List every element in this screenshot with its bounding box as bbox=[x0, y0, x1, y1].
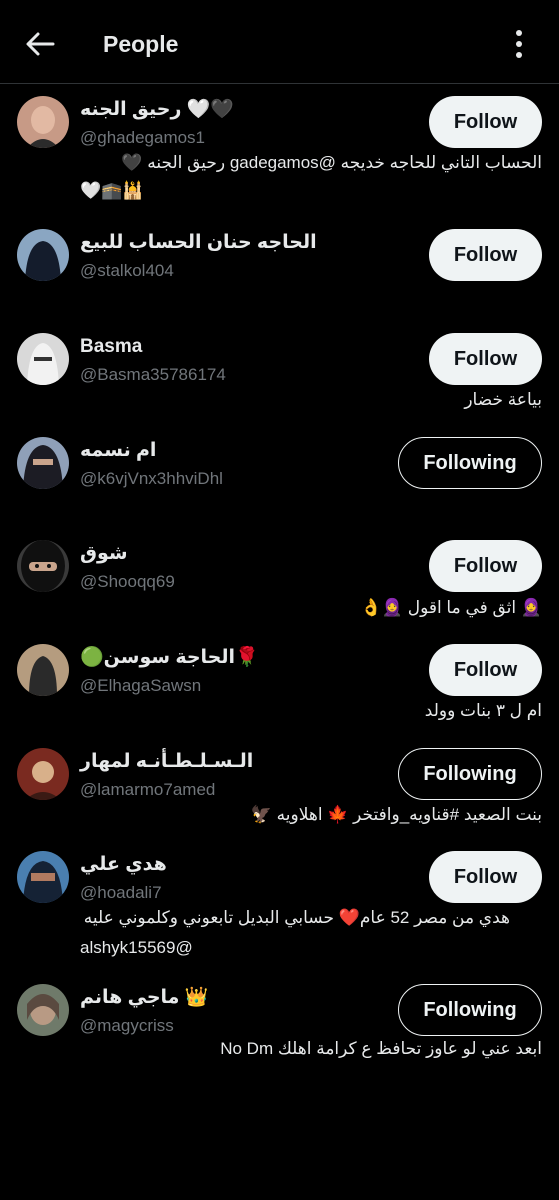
user-bio-line-2: alshyk15569@ bbox=[80, 938, 193, 957]
follow-button[interactable]: Follow bbox=[429, 229, 542, 281]
user-bio: بنت الصعيد #قناويه_وافتخر 🍁 اهلاويه 🦅 bbox=[250, 805, 542, 824]
following-button[interactable]: Following bbox=[398, 984, 542, 1036]
user-name[interactable]: رحيق الجنه 🤍🖤 bbox=[80, 98, 410, 122]
user-bio: الحساب التاني للحاجه خديجه @gadegamos رح… bbox=[121, 153, 542, 172]
user-handle: @magycriss bbox=[80, 1016, 174, 1035]
user-bio-line-2: 🤍🕋🕌 bbox=[80, 181, 144, 200]
user-handle: @k6vjVnx3hhviDhl bbox=[80, 469, 223, 488]
list-item[interactable]: هدي علي @hoadali7 هدي من مصر 52 عام❤️ حس… bbox=[0, 851, 559, 966]
user-bio: 🧕 اثق في ما اقول 🧕👌 bbox=[360, 598, 542, 617]
back-button[interactable] bbox=[20, 24, 60, 64]
follow-button[interactable]: Follow bbox=[429, 333, 542, 385]
user-handle: @Basma35786174 bbox=[80, 365, 226, 384]
more-vertical-icon bbox=[516, 30, 522, 58]
list-item[interactable]: ام نسمه @k6vjVnx3hhviDhl Following bbox=[0, 437, 559, 507]
list-item[interactable]: الحاجه حنان الحساب للبيع @stalkol404 Fol… bbox=[0, 229, 559, 299]
user-name[interactable]: الحاجه حنان الحساب للبيع bbox=[80, 231, 410, 255]
user-bio: ام ل ٣ بنات وولد bbox=[424, 701, 542, 720]
user-name[interactable]: 🟢الحاجة سوسن🌹 bbox=[80, 646, 410, 670]
user-handle: @hoadali7 bbox=[80, 883, 162, 902]
follow-button[interactable]: Follow bbox=[429, 644, 542, 696]
avatar[interactable] bbox=[17, 984, 69, 1036]
user-bio: هدي من مصر 52 عام❤️ حسابي البديل تابعوني… bbox=[83, 908, 510, 927]
avatar[interactable] bbox=[17, 644, 69, 696]
user-name[interactable]: ام نسمه bbox=[80, 439, 410, 463]
avatar[interactable] bbox=[17, 851, 69, 903]
arrow-left-icon bbox=[26, 32, 55, 56]
avatar[interactable] bbox=[17, 540, 69, 592]
more-options-button[interactable] bbox=[501, 26, 537, 62]
list-item[interactable]: 🟢الحاجة سوسن🌹 @ElhagaSawsn ام ل ٣ بنات و… bbox=[0, 644, 559, 729]
follow-button[interactable]: Follow bbox=[429, 96, 542, 148]
avatar[interactable] bbox=[17, 229, 69, 281]
avatar[interactable] bbox=[17, 96, 69, 148]
list-item[interactable]: Basma @Basma35786174 بياعة خضار Follow bbox=[0, 333, 559, 418]
list-item[interactable]: الـسـلـطـأنـه لمهار @lamarmo7amed بنت ال… bbox=[0, 748, 559, 833]
page-title: People bbox=[103, 31, 179, 57]
user-handle: @Shooqq69 bbox=[80, 572, 175, 591]
follow-button[interactable]: Follow bbox=[429, 540, 542, 592]
user-handle: @lamarmo7amed bbox=[80, 780, 216, 799]
user-bio: ابعد عني لو عاوز تحافظ ع كرامة اهلك No D… bbox=[220, 1039, 542, 1058]
avatar[interactable] bbox=[17, 437, 69, 489]
user-handle: @stalkol404 bbox=[80, 261, 174, 280]
avatar[interactable] bbox=[17, 333, 69, 385]
user-name[interactable]: هدي علي bbox=[80, 853, 410, 877]
following-button[interactable]: Following bbox=[398, 437, 542, 489]
list-item[interactable]: رحيق الجنه 🤍🖤 @ghadegamos1 الحساب التاني… bbox=[0, 96, 559, 218]
list-item[interactable]: شوق @Shooqq69 🧕 اثق في ما اقول 🧕👌 Follow bbox=[0, 540, 559, 625]
user-name[interactable]: ماجي هانم 👑 bbox=[80, 986, 410, 1010]
user-name[interactable]: شوق bbox=[80, 542, 410, 566]
top-bar: People bbox=[0, 0, 559, 84]
list-item[interactable]: ماجي هانم 👑 @magycriss ابعد عني لو عاوز … bbox=[0, 984, 559, 1069]
user-name[interactable]: Basma bbox=[80, 335, 410, 359]
user-handle: @ghadegamos1 bbox=[80, 128, 206, 147]
user-handle: @ElhagaSawsn bbox=[80, 676, 202, 695]
following-button[interactable]: Following bbox=[398, 748, 542, 800]
avatar[interactable] bbox=[17, 748, 69, 800]
user-name[interactable]: الـسـلـطـأنـه لمهار bbox=[80, 750, 410, 774]
follow-button[interactable]: Follow bbox=[429, 851, 542, 903]
user-bio: بياعة خضار bbox=[464, 390, 542, 409]
